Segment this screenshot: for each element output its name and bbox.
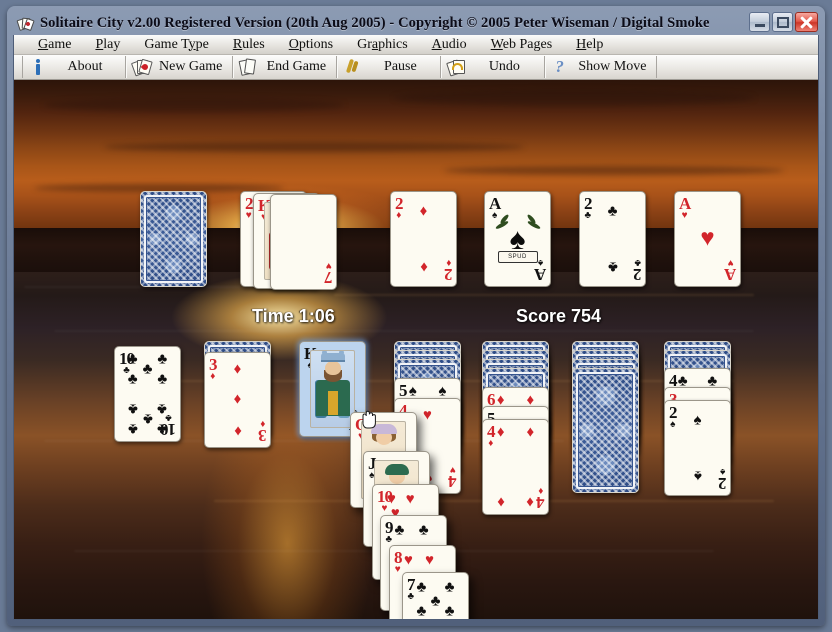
foundation-hearts[interactable]: A ♥ A ♥ ♥ xyxy=(674,191,741,287)
show-move-button-label: Show Move xyxy=(578,59,647,74)
undo-button-label: Undo xyxy=(488,59,520,74)
tableau-7-card-2-spades[interactable]: 2 ♠ 2 ♠ ♠ ♠ xyxy=(664,400,731,496)
menu-item-web-pages[interactable]: Web Pages xyxy=(479,37,564,53)
client-area: Game Play Game Type Rules Options Graphi… xyxy=(13,35,819,620)
hand-cursor xyxy=(358,410,378,430)
foundation-clubs[interactable]: 2 ♣ 2 ♣ ♣ ♣ xyxy=(579,191,646,287)
wave xyxy=(54,330,754,332)
waste-card-7-hearts[interactable]: 7 ♥ xyxy=(270,194,337,290)
menu-item-graphics[interactable]: Graphics xyxy=(345,37,420,53)
foundation-diamonds[interactable]: 2 ♦ 2 ♦ ♦ ♦ xyxy=(390,191,457,287)
key-icon xyxy=(344,58,363,76)
end-game-button[interactable]: End Game xyxy=(233,56,338,78)
game-board[interactable]: Time 1:06 Score 754 2♥ K♥ K♥ 7♥ xyxy=(14,80,818,619)
info-icon xyxy=(29,58,48,76)
menu-item-help[interactable]: Help xyxy=(564,37,615,53)
menu-item-game-type[interactable]: Game Type xyxy=(132,37,220,53)
king-spades-art xyxy=(310,350,355,428)
title-bar[interactable]: Solitaire City v2.00 Registered Version … xyxy=(13,11,819,35)
about-button[interactable]: About xyxy=(22,56,126,78)
stock-pile[interactable] xyxy=(140,191,207,287)
cards-icon xyxy=(130,58,153,77)
about-button-label: About xyxy=(67,59,103,74)
menu-item-options[interactable]: Options xyxy=(277,37,345,53)
cloud xyxy=(444,166,784,175)
menu-item-rules[interactable]: Rules xyxy=(221,37,277,53)
undo-button[interactable]: Undo xyxy=(441,56,546,78)
tableau-1-card-10-clubs[interactable]: 10 ♣ 10 ♣ ♣ ♣ ♣ ♣ ♣ ♣ ♣ ♣ ♣ ♣ xyxy=(114,346,181,442)
cloud xyxy=(394,90,754,106)
toolbar: About New Game End Game Pause Undo ? Sho… xyxy=(14,55,818,80)
pause-button[interactable]: Pause xyxy=(337,56,442,78)
window-title: Solitaire City v2.00 Registered Version … xyxy=(40,14,710,31)
menu-bar: Game Play Game Type Rules Options Graphi… xyxy=(14,35,818,55)
maximize-button[interactable] xyxy=(772,12,793,32)
question-mark-icon: ? xyxy=(555,57,564,76)
tableau-2-card-3-diamonds[interactable]: 3 ♦ 3 ♦ ♦ ♦ ♦ xyxy=(204,352,271,448)
score-display: Score 754 xyxy=(516,306,602,326)
window-controls xyxy=(749,12,818,32)
end-game-button-label: End Game xyxy=(266,59,327,74)
time-display: Time 1:06 xyxy=(252,306,335,326)
new-game-button[interactable]: New Game xyxy=(126,56,234,78)
menu-item-game[interactable]: Game xyxy=(26,37,83,53)
new-game-button-label: New Game xyxy=(159,59,223,74)
tableau-5-card-4-diamonds[interactable]: 4 ♦ 4 ♦ ♦ ♦ ♦ ♦ xyxy=(482,419,549,515)
cards-fan-icon xyxy=(238,58,259,76)
undo-arrow-icon xyxy=(446,58,467,77)
menu-item-audio[interactable]: Audio xyxy=(420,37,479,53)
pause-button-label: Pause xyxy=(384,59,417,74)
tableau-6-facedown-card[interactable] xyxy=(572,368,639,493)
foundation-spades[interactable]: A ♠ A ♠ ♠ SPUD xyxy=(484,191,551,287)
drag-card-7-clubs[interactable]: 7♣ 7♣ ♣ ♣ ♣ ♣ ♣ ♣ ♣ xyxy=(402,572,469,619)
application-window: Solitaire City v2.00 Registered Version … xyxy=(7,6,825,626)
minimize-button[interactable] xyxy=(749,12,770,32)
show-move-button[interactable]: ? Show Move xyxy=(545,56,658,78)
menu-item-play[interactable]: Play xyxy=(83,37,132,53)
wave xyxy=(334,294,754,296)
app-icon xyxy=(16,16,35,31)
cloud xyxy=(104,142,524,152)
close-button[interactable] xyxy=(795,12,818,32)
ace-banner-text: SPUD xyxy=(497,251,538,263)
cloud xyxy=(44,98,344,112)
ace-of-spades-art: ♠ SPUD xyxy=(494,213,541,265)
